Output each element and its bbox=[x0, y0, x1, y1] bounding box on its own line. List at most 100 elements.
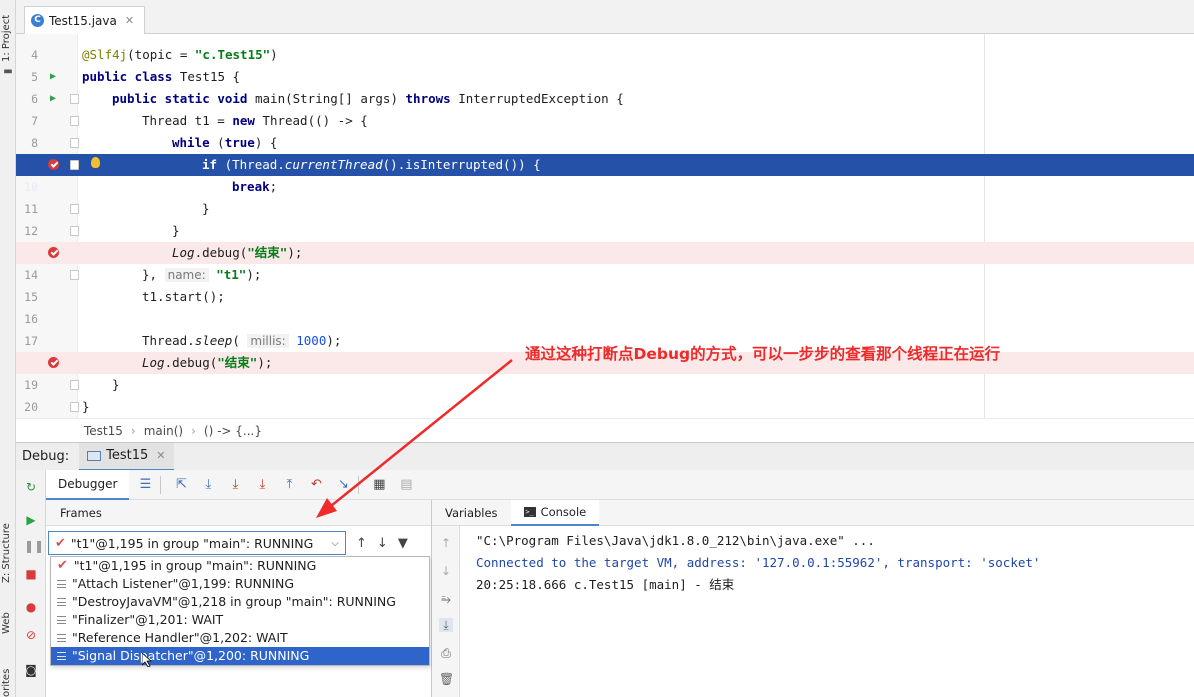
code-text: } bbox=[112, 377, 120, 392]
favorites-tool-tab[interactable]: orites bbox=[1, 669, 12, 697]
thread-dropdown-list: ✔ "t1"@1,195 in group "main": RUNNING "A… bbox=[50, 556, 430, 666]
thread-option-selected[interactable]: "Signal Dispatcher"@1,200: RUNNING bbox=[51, 647, 429, 665]
force-step-into-icon[interactable]: ⤓ bbox=[251, 474, 273, 496]
thread-selector-row: ✔ "t1"@1,195 in group "main": RUNNING ⌵ … bbox=[48, 530, 430, 556]
breakpoint-icon[interactable] bbox=[48, 159, 59, 170]
pause-icon[interactable]: ❚❚ bbox=[24, 539, 44, 553]
selected-thread-label: "t1"@1,195 in group "main": RUNNING bbox=[70, 535, 314, 551]
scroll-up-icon[interactable]: ↑ bbox=[439, 536, 453, 550]
parameter-hint: millis: bbox=[247, 334, 289, 348]
rerun-icon[interactable]: ↻ bbox=[24, 480, 38, 494]
step-into-icon[interactable]: ⤓ bbox=[224, 474, 246, 496]
tab-console[interactable]: >_ Console bbox=[510, 499, 600, 526]
breakpoint-icon[interactable] bbox=[48, 357, 59, 368]
scroll-down-icon[interactable]: ↓ bbox=[439, 564, 453, 578]
web-tool-tab[interactable]: Web bbox=[1, 612, 12, 634]
mute-breakpoints-icon[interactable]: ⊘ bbox=[24, 628, 38, 642]
debug-side-toolbar: ↻ ▶ ❚❚ ■ ● ⊘ ◙ bbox=[16, 470, 46, 697]
check-icon: ✔ bbox=[55, 535, 66, 551]
stop-icon[interactable]: ■ bbox=[24, 567, 38, 581]
structure-tool-tab[interactable]: Z: Structure bbox=[1, 523, 12, 583]
fold-icon[interactable] bbox=[70, 204, 79, 214]
code-text: }, name: "t1"); bbox=[142, 267, 262, 282]
code-line: 11 break; bbox=[16, 176, 1194, 216]
breakpoint-icon[interactable] bbox=[48, 247, 59, 258]
trace-icon[interactable]: ▤ bbox=[395, 474, 417, 496]
tab-variables[interactable]: Variables bbox=[432, 500, 511, 526]
code-text: } bbox=[82, 399, 90, 414]
run-gutter-icon[interactable]: ▶ bbox=[46, 66, 60, 88]
code-text: } bbox=[202, 201, 210, 216]
code-line: 8 Thread t1 = new Thread(() -> { bbox=[16, 110, 1194, 150]
toolbar-divider bbox=[160, 475, 162, 494]
debug-session-tab[interactable]: Test15 ✕ bbox=[79, 442, 174, 471]
close-icon[interactable]: ✕ bbox=[125, 14, 134, 27]
frames-header: Frames bbox=[46, 500, 431, 526]
run-gutter-icon[interactable]: ▶ bbox=[46, 88, 60, 110]
debug-session-label: Test15 bbox=[106, 448, 149, 463]
console-output[interactable]: "C:\Program Files\Java\jdk1.8.0_212\bin\… bbox=[460, 526, 1194, 697]
code-text: @Slf4j(topic = "c.Test15") bbox=[82, 47, 278, 62]
code-line: 12 } bbox=[16, 198, 1194, 238]
folder-icon[interactable]: ▬ bbox=[2, 66, 14, 78]
run-config-icon bbox=[87, 450, 102, 461]
thread-option[interactable]: "Reference Handler"@1,202: WAIT bbox=[51, 629, 429, 647]
project-tool-tab[interactable]: 1: Project bbox=[1, 15, 12, 62]
breadcrumb-item[interactable]: Test15 bbox=[84, 424, 123, 438]
show-execution-point-icon[interactable]: ⇱ bbox=[170, 474, 192, 496]
thread-option[interactable]: "Finalizer"@1,201: WAIT bbox=[51, 611, 429, 629]
fold-icon[interactable] bbox=[70, 116, 79, 126]
file-tab-test15[interactable]: C Test15.java ✕ bbox=[24, 6, 146, 34]
code-line: 9 while (true) { bbox=[16, 132, 1194, 172]
fold-icon[interactable] bbox=[70, 380, 79, 390]
code-line: 6 ▶ public class Test15 { bbox=[16, 66, 1194, 106]
tab-debugger[interactable]: Debugger bbox=[46, 469, 130, 500]
soft-wrap-icon[interactable]: ⥱ bbox=[439, 592, 453, 606]
console-line: Connected to the target VM, address: '12… bbox=[476, 555, 1041, 570]
step-out-icon[interactable]: ⤒ bbox=[278, 474, 300, 496]
drop-frame-icon[interactable]: ↶ bbox=[305, 474, 327, 496]
trash-icon[interactable]: 🗑 bbox=[439, 672, 454, 686]
fold-icon[interactable] bbox=[70, 94, 79, 104]
thread-option[interactable]: "Attach Listener"@1,199: RUNNING bbox=[51, 575, 429, 593]
check-icon: ✔ bbox=[57, 558, 68, 573]
arrow-down-icon[interactable]: ↓ bbox=[377, 536, 388, 551]
code-line: 13 } bbox=[16, 220, 1194, 260]
code-text: break; bbox=[232, 179, 278, 194]
arrow-up-icon[interactable]: ↑ bbox=[356, 536, 367, 551]
chevron-right-icon: › bbox=[130, 423, 136, 438]
code-text: Log.debug("结束"); bbox=[142, 355, 273, 370]
view-breakpoints-icon[interactable]: ● bbox=[24, 600, 38, 614]
run-to-cursor-icon[interactable]: ↘ bbox=[332, 474, 354, 496]
code-line: 7 ▶ public static void main(String[] arg… bbox=[16, 88, 1194, 128]
code-text: Thread.sleep( millis: 1000); bbox=[142, 333, 342, 348]
breadcrumb-item[interactable]: main() bbox=[144, 424, 183, 438]
fold-icon[interactable] bbox=[70, 160, 79, 170]
evaluate-expression-icon[interactable]: ▦ bbox=[368, 474, 390, 496]
code-line: 4 bbox=[16, 34, 1194, 62]
breadcrumb-item[interactable]: () -> {...} bbox=[204, 424, 262, 438]
breakpoint-line: 14 Log.debug("结束"); bbox=[16, 242, 1194, 282]
fold-icon[interactable] bbox=[70, 226, 79, 236]
layout-menu-icon[interactable]: ☰ bbox=[134, 474, 156, 496]
thread-icon bbox=[57, 580, 66, 588]
lightbulb-icon[interactable] bbox=[91, 157, 100, 168]
thread-option[interactable]: ✔ "t1"@1,195 in group "main": RUNNING bbox=[51, 557, 429, 575]
close-icon[interactable]: ✕ bbox=[156, 449, 165, 462]
code-line: 15 }, name: "t1"); bbox=[16, 264, 1194, 304]
thread-select[interactable]: ✔ "t1"@1,195 in group "main": RUNNING ⌵ bbox=[48, 531, 346, 555]
fold-icon[interactable] bbox=[70, 270, 79, 280]
step-over-icon[interactable]: ⤓ bbox=[197, 474, 219, 496]
print-icon[interactable]: ⎙ bbox=[439, 646, 453, 660]
fold-icon[interactable] bbox=[70, 402, 79, 412]
debug-label: Debug: bbox=[22, 449, 70, 464]
scroll-to-end-icon[interactable]: ⤓ bbox=[439, 618, 453, 632]
fold-icon[interactable] bbox=[70, 138, 79, 148]
console-icon: >_ bbox=[523, 506, 536, 517]
camera-icon[interactable]: ◙ bbox=[24, 663, 38, 677]
thread-option[interactable]: "DestroyJavaVM"@1,218 in group "main": R… bbox=[51, 593, 429, 611]
chevron-down-icon[interactable]: ⌵ bbox=[325, 538, 345, 549]
filter-icon[interactable]: ▼ bbox=[398, 536, 408, 551]
parameter-hint: name: bbox=[164, 268, 209, 282]
resume-icon[interactable]: ▶ bbox=[24, 513, 38, 527]
